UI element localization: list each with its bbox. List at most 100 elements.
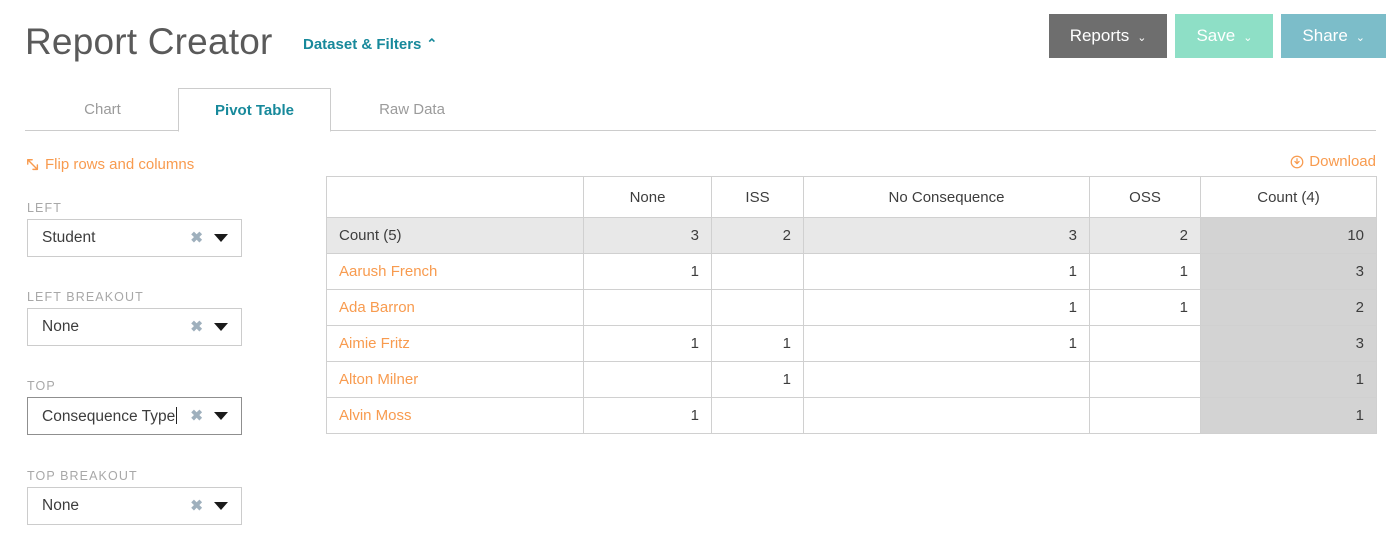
pivot-cell xyxy=(803,361,1090,398)
share-button[interactable]: Share ⌄ xyxy=(1281,14,1386,58)
select-top-value: Consequence Type xyxy=(42,407,176,425)
table-row: Aarush French 1 1 1 3 xyxy=(326,253,1377,290)
flip-arrows-icon xyxy=(27,158,39,170)
chevron-down-icon[interactable] xyxy=(214,234,228,242)
field-label-left: LEFT xyxy=(27,201,62,215)
pivot-row-label-link[interactable]: Aimie Fritz xyxy=(326,325,584,362)
pivot-cell: 3 xyxy=(1200,253,1377,290)
clear-icon[interactable]: ✖ xyxy=(190,231,203,246)
tab-chart[interactable]: Chart xyxy=(25,88,180,131)
clear-icon[interactable]: ✖ xyxy=(190,409,203,424)
pivot-cell xyxy=(711,289,804,326)
select-top-breakout[interactable]: None ✖ xyxy=(27,487,242,525)
app-header: Report Creator Dataset & Filters ⌃ Report… xyxy=(0,0,1396,78)
pivot-cell: 1 xyxy=(583,397,712,434)
page-title: Report Creator xyxy=(25,21,273,62)
dataset-and-filters-link[interactable]: Dataset & Filters ⌃ xyxy=(303,35,437,55)
dataset-and-filters-label: Dataset & Filters xyxy=(303,36,422,53)
field-label-top-breakout: TOP BREAKOUT xyxy=(27,469,138,483)
download-circle-icon xyxy=(1290,155,1304,168)
pivot-cell xyxy=(711,397,804,434)
flip-rows-and-columns-label: Flip rows and columns xyxy=(45,156,195,173)
pivot-total-row-label: Count (5) xyxy=(326,217,584,254)
pivot-cell: 3 xyxy=(803,217,1090,254)
chevron-down-icon: ⌄ xyxy=(1137,31,1147,44)
download-link[interactable]: Download xyxy=(1290,153,1376,170)
pivot-total-row: Count (5) 3 2 3 2 10 xyxy=(326,217,1377,254)
pivot-total-column-header: Count (4) xyxy=(1200,176,1377,218)
save-button-label: Save xyxy=(1196,26,1236,45)
pivot-corner-cell xyxy=(326,176,584,218)
table-row: Alvin Moss 1 1 xyxy=(326,397,1377,434)
text-cursor xyxy=(176,406,178,424)
clear-icon[interactable]: ✖ xyxy=(190,320,203,335)
pivot-column-header: OSS xyxy=(1089,176,1201,218)
select-top-breakout-value: None xyxy=(42,497,80,514)
tab-bar: Chart Pivot Table Raw Data xyxy=(0,88,1396,132)
select-left[interactable]: Student ✖ xyxy=(27,219,242,257)
table-row: Ada Barron 1 1 2 xyxy=(326,289,1377,326)
pivot-cell: 1 xyxy=(583,325,712,362)
pivot-cell xyxy=(1089,325,1201,362)
table-row: Alton Milner 1 1 xyxy=(326,361,1377,398)
chevron-down-icon: ⌄ xyxy=(1355,31,1365,44)
select-top-value-wrap: Consequence Type xyxy=(42,406,178,426)
pivot-table: None ISS No Consequence OSS Count (4) Count … xyxy=(326,176,1377,434)
select-left-breakout[interactable]: None ✖ xyxy=(27,308,242,346)
pivot-row-label-link[interactable]: Alton Milner xyxy=(326,361,584,398)
pivot-cell xyxy=(711,253,804,290)
pivot-row-label-link[interactable]: Ada Barron xyxy=(326,289,584,326)
pivot-cell: 1 xyxy=(711,361,804,398)
pivot-row-label-link[interactable]: Alvin Moss xyxy=(326,397,584,434)
pivot-column-header: ISS xyxy=(711,176,804,218)
header-button-group: Reports ⌄ Save ⌄ Share ⌄ xyxy=(1048,14,1386,58)
pivot-cell: 3 xyxy=(583,217,712,254)
flip-rows-and-columns-link[interactable]: Flip rows and columns xyxy=(26,156,194,173)
pivot-cell: 1 xyxy=(1089,253,1201,290)
field-label-top: TOP xyxy=(27,379,56,393)
pivot-cell: 1 xyxy=(711,325,804,362)
tab-pivot-table[interactable]: Pivot Table xyxy=(178,88,331,132)
pivot-cell xyxy=(583,289,712,326)
pivot-cell: 2 xyxy=(711,217,804,254)
select-left-breakout-value: None xyxy=(42,318,80,335)
chevron-down-icon[interactable] xyxy=(214,323,228,331)
pivot-table-body: Count (5) 3 2 3 2 10 Aarush French 1 1 1 3 Ada Barr… xyxy=(326,217,1377,434)
pivot-cell: 1 xyxy=(1089,289,1201,326)
pivot-cell: 1 xyxy=(803,289,1090,326)
pivot-config-sidebar: Flip rows and columns LEFT Student ✖ LEF… xyxy=(0,131,320,543)
pivot-row-label-link[interactable]: Aarush French xyxy=(326,253,584,290)
pivot-cell xyxy=(1089,397,1201,434)
chevron-down-icon[interactable] xyxy=(214,412,228,420)
chevron-down-icon[interactable] xyxy=(214,502,228,510)
chevron-down-icon: ⌄ xyxy=(1243,31,1253,44)
tab-raw-data[interactable]: Raw Data xyxy=(332,88,492,131)
pivot-cell: 1 xyxy=(583,253,712,290)
pivot-cell: 2 xyxy=(1089,217,1201,254)
select-left-value: Student xyxy=(42,229,96,246)
pivot-header-row: None ISS No Consequence OSS Count (4) xyxy=(326,176,1377,218)
pivot-cell: 3 xyxy=(1200,325,1377,362)
pivot-cell: 2 xyxy=(1200,289,1377,326)
clear-icon[interactable]: ✖ xyxy=(190,499,203,514)
pivot-column-header: No Consequence xyxy=(803,176,1090,218)
pivot-cell xyxy=(803,397,1090,434)
pivot-table-panel: Download None ISS No Consequence OSS Count (… xyxy=(320,131,1396,543)
reports-button-label: Reports xyxy=(1069,26,1130,45)
share-button-label: Share xyxy=(1302,26,1348,45)
pivot-column-header: None xyxy=(583,176,712,218)
reports-button[interactable]: Reports ⌄ xyxy=(1048,14,1168,58)
chevron-up-icon: ⌃ xyxy=(426,36,438,51)
pivot-cell: 10 xyxy=(1200,217,1377,254)
save-button[interactable]: Save ⌄ xyxy=(1175,14,1274,58)
pivot-table-head: None ISS No Consequence OSS Count (4) xyxy=(326,176,1377,218)
field-label-left-breakout: LEFT BREAKOUT xyxy=(27,290,144,304)
pivot-cell: 1 xyxy=(1200,361,1377,398)
pivot-cell: 1 xyxy=(803,325,1090,362)
pivot-cell: 1 xyxy=(1200,397,1377,434)
pivot-cell xyxy=(583,361,712,398)
download-label: Download xyxy=(1309,153,1376,170)
select-top[interactable]: Consequence Type ✖ xyxy=(27,397,242,435)
table-row: Aimie Fritz 1 1 1 3 xyxy=(326,325,1377,362)
pivot-cell: 1 xyxy=(803,253,1090,290)
